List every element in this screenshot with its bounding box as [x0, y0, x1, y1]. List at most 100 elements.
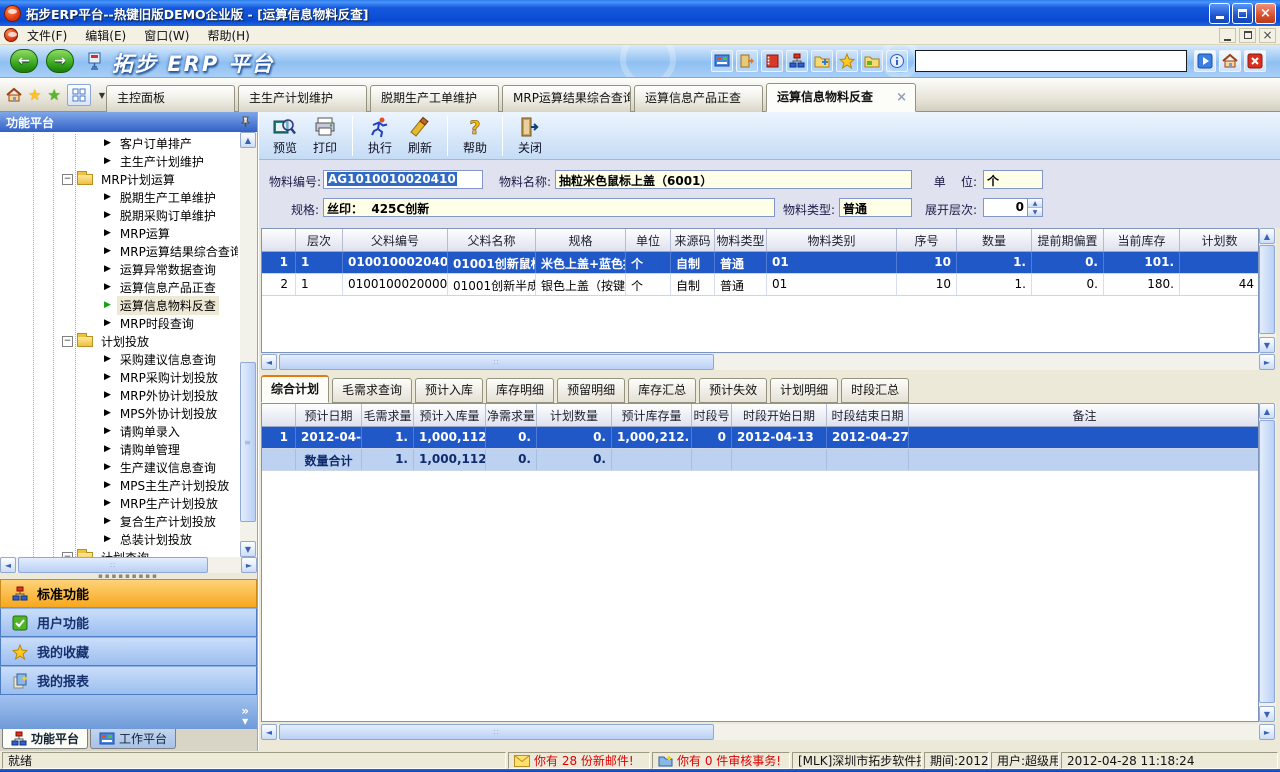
logout-button[interactable] — [736, 50, 758, 72]
document-tab[interactable]: 主控面板 — [106, 85, 235, 112]
sidebar-group-button[interactable]: 标准功能 — [0, 579, 257, 608]
header-cell[interactable]: 层次 — [296, 229, 343, 251]
document-tab[interactable]: 运算信息物料反查× — [766, 83, 916, 112]
header-cell[interactable]: 计划数量 — [537, 404, 612, 426]
header-cell[interactable]: 单位 — [626, 229, 671, 251]
collapse-icon[interactable]: − — [62, 174, 73, 185]
tree-item[interactable]: ▶主生产计划维护 — [0, 152, 238, 170]
favorites-star-icon[interactable]: ★ — [28, 86, 41, 104]
scroll-down-icon[interactable]: ▼ — [240, 541, 256, 557]
back-button[interactable]: ← — [10, 49, 38, 73]
tree-item[interactable]: ▶MRP生产计划投放 — [0, 494, 238, 512]
pin-icon[interactable] — [240, 116, 251, 128]
table-row[interactable]: 数量合计1.1,000,112.0.0. — [262, 449, 1258, 471]
spec-input[interactable]: 丝印： 425C创新 — [323, 198, 775, 217]
table-row[interactable]: 12012-04-131.1,000,112.0.0.1,000,212.020… — [262, 427, 1258, 449]
sidebar-group-button[interactable]: 我的报表 — [0, 666, 257, 695]
tree-vertical-scrollbar[interactable]: ▲ ▼ ≡ — [240, 132, 257, 557]
header-cell[interactable]: 物料类型 — [715, 229, 767, 251]
detail-tab[interactable]: 库存明细 — [486, 378, 554, 403]
scrollbar-thumb[interactable] — [1259, 420, 1275, 703]
forward-button[interactable]: → — [46, 49, 74, 73]
notebook-button[interactable] — [761, 50, 783, 72]
header-cell[interactable]: 时段结束日期 — [827, 404, 909, 426]
sidebar-tab[interactable]: 功能平台 — [2, 729, 88, 749]
material-name-input[interactable]: 抽粒米色鼠标上盖（6001） — [555, 170, 912, 189]
play-button[interactable] — [1194, 50, 1216, 72]
add-favorite-icon[interactable]: ★ — [47, 86, 60, 104]
scrollbar-thumb[interactable]: ∷ — [279, 354, 714, 370]
scroll-left-icon[interactable]: ◄ — [261, 724, 277, 740]
tree-item[interactable]: ▶MRP运算结果综合查询 — [0, 242, 238, 260]
detail-tab[interactable]: 时段汇总 — [841, 378, 909, 403]
tree-item[interactable]: ▶MPS外协计划投放 — [0, 404, 238, 422]
tree-horizontal-scrollbar[interactable]: ◄ ► ∷ — [0, 557, 257, 573]
collapse-chevron-icon[interactable]: »▾ — [241, 706, 249, 726]
table-horizontal-scrollbar[interactable]: ◄ ► ∷ — [261, 724, 1275, 740]
menu-item[interactable]: 编辑(E) — [76, 27, 135, 44]
tab-close-icon[interactable]: × — [896, 85, 907, 110]
scrollbar-thumb[interactable]: ∷ — [279, 724, 714, 740]
header-cell[interactable]: 序号 — [897, 229, 957, 251]
table-row[interactable]: 11010010002040001001创新鼠标米色上盖+蓝色按键+个自制普通0… — [262, 252, 1258, 274]
table-row[interactable]: 21010010002000001001创新半成品银色上盖（按键）+透个自制普通… — [262, 274, 1258, 296]
scroll-right-icon[interactable]: ► — [1259, 724, 1275, 740]
scroll-left-icon[interactable]: ◄ — [261, 354, 277, 370]
restore-button[interactable] — [1232, 3, 1253, 24]
unit-input[interactable]: 个 — [983, 170, 1043, 189]
material-type-input[interactable]: 普通 — [839, 198, 912, 217]
scrollbar-thumb[interactable] — [1259, 245, 1275, 334]
new-folder-button[interactable] — [811, 50, 833, 72]
sidebar-group-button[interactable]: 我的收藏 — [0, 637, 257, 666]
tree-item[interactable]: −MRP计划运算 — [0, 170, 238, 188]
header-cell[interactable]: 当前库存 — [1104, 229, 1180, 251]
tree-item[interactable]: ▶MRP外协计划投放 — [0, 386, 238, 404]
header-cell[interactable]: 净需求量 — [486, 404, 537, 426]
tree-item[interactable]: ▶运算信息物料反查 — [0, 296, 238, 314]
tree-item[interactable]: ▶脱期生产工单维护 — [0, 188, 238, 206]
print-button[interactable]: 打印 — [305, 114, 345, 158]
status-mail[interactable]: 你有 28 份新邮件! — [508, 752, 650, 769]
help-button[interactable]: ?帮助 — [455, 114, 495, 158]
scroll-up-icon[interactable]: ▲ — [240, 132, 256, 148]
detail-tab[interactable]: 综合计划 — [261, 375, 329, 403]
menu-item[interactable]: 帮助(H) — [198, 27, 258, 44]
header-cell[interactable]: 提前期偏置 — [1032, 229, 1104, 251]
minimize-button[interactable] — [1209, 3, 1230, 24]
sidebar-group-button[interactable]: 用户功能 — [0, 608, 257, 637]
table-vertical-scrollbar[interactable]: ▲ ▼ — [1259, 403, 1276, 722]
tree-item[interactable]: ▶运算信息产品正查 — [0, 278, 238, 296]
spin-down-icon[interactable]: ▼ — [1028, 208, 1042, 216]
scroll-left-icon[interactable]: ◄ — [0, 557, 16, 573]
header-cell[interactable]: 时段号 — [692, 404, 732, 426]
tree-item[interactable]: ▶MRP运算 — [0, 224, 238, 242]
detail-tab[interactable]: 毛需求查询 — [332, 378, 412, 403]
tree-item[interactable]: ▶客户订单排产 — [0, 134, 238, 152]
header-cell[interactable]: 数量 — [957, 229, 1032, 251]
scroll-down-icon[interactable]: ▼ — [1259, 337, 1275, 353]
menu-item[interactable]: 窗口(W) — [135, 27, 198, 44]
collapse-icon[interactable]: − — [62, 336, 73, 347]
header-cell[interactable]: 来源码 — [671, 229, 715, 251]
mdi-close-button[interactable]: × — [1259, 28, 1276, 43]
detail-tab[interactable]: 计划明细 — [770, 378, 838, 403]
tree-item[interactable]: ▶脱期采购订单维护 — [0, 206, 238, 224]
scrollbar-thumb[interactable]: ≡ — [240, 362, 256, 522]
header-cell[interactable]: 规格 — [536, 229, 626, 251]
tree-item[interactable]: ▶MRP时段查询 — [0, 314, 238, 332]
tree-item[interactable]: ▶运算异常数据查询 — [0, 260, 238, 278]
table-horizontal-scrollbar[interactable]: ◄ ► ∷ — [261, 354, 1275, 370]
tree-item[interactable]: ▶MRP采购计划投放 — [0, 368, 238, 386]
close-red-button[interactable] — [1244, 50, 1266, 72]
favorites-button[interactable] — [836, 50, 858, 72]
tree-item[interactable]: ▶MPS主生产计划投放 — [0, 476, 238, 494]
mdi-minimize-button[interactable] — [1219, 28, 1236, 43]
scroll-up-icon[interactable]: ▲ — [1259, 403, 1275, 419]
tree-item[interactable]: ▶复合生产计划投放 — [0, 512, 238, 530]
header-cell[interactable]: 预计库存量 — [612, 404, 692, 426]
tree-item[interactable]: ▶请购单录入 — [0, 422, 238, 440]
home-button[interactable] — [1219, 50, 1241, 72]
detail-tab[interactable]: 库存汇总 — [628, 378, 696, 403]
desktop-button[interactable] — [711, 50, 733, 72]
document-tab[interactable]: 主生产计划维护 — [238, 85, 367, 112]
